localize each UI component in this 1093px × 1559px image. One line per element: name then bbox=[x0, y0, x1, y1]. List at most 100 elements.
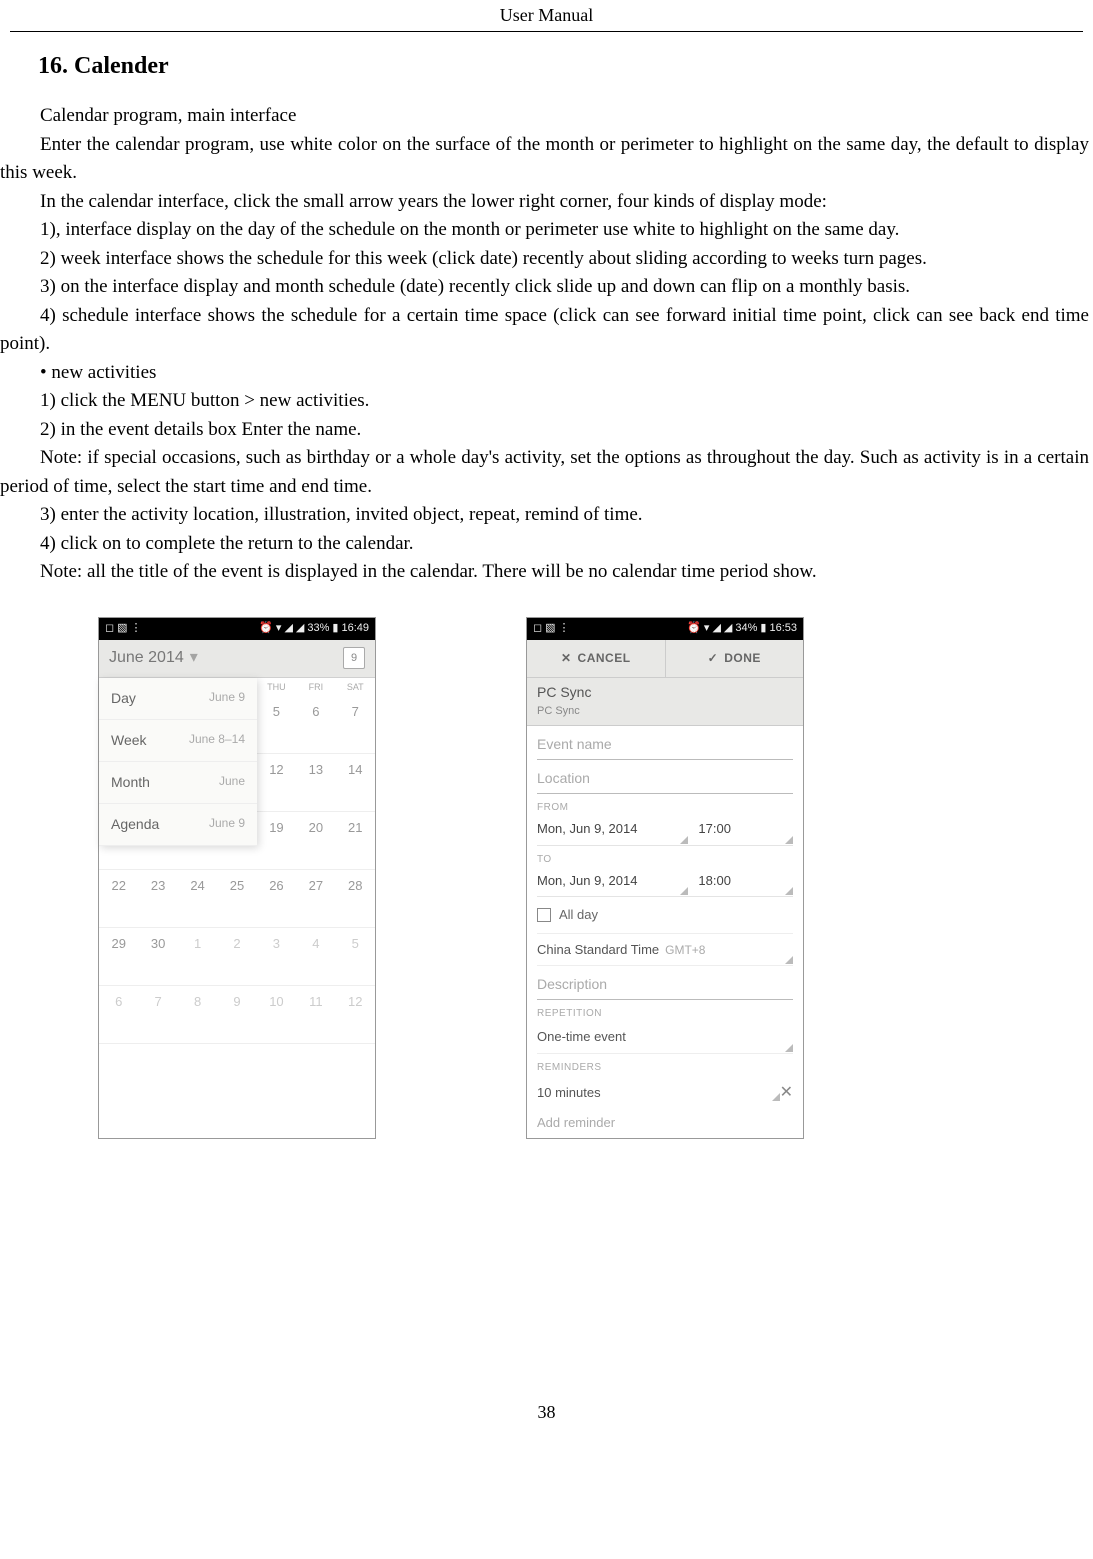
all-day-label: All day bbox=[559, 905, 598, 925]
view-mode-popup: Day June 9 Week June 8–14 Month June Age… bbox=[99, 678, 257, 846]
day-cell[interactable]: 21 bbox=[336, 812, 375, 870]
repetition-selector[interactable]: One-time event bbox=[537, 1021, 793, 1054]
dow-label: SAT bbox=[336, 678, 375, 696]
event-name-input[interactable]: Event name bbox=[537, 726, 793, 760]
view-mode-week[interactable]: Week June 8–14 bbox=[99, 720, 257, 762]
calendar-header[interactable]: June 2014 ▾ 9 bbox=[99, 640, 375, 678]
all-day-checkbox[interactable]: All day bbox=[537, 897, 793, 934]
notification-icon: ⋮ bbox=[131, 620, 142, 637]
timezone-selector[interactable]: China Standard Time GMT+8 bbox=[537, 934, 793, 967]
location-input[interactable]: Location bbox=[537, 760, 793, 794]
day-cell[interactable]: 22 bbox=[99, 870, 138, 928]
spinner-triangle-icon bbox=[680, 836, 688, 844]
day-cell[interactable]: 6 bbox=[296, 696, 335, 754]
body-paragraph: 1) click the MENU button > new activitie… bbox=[0, 387, 1093, 416]
day-cell[interactable]: 27 bbox=[296, 870, 335, 928]
page-header: User Manual bbox=[10, 0, 1083, 32]
from-time-picker[interactable]: 17:00 bbox=[698, 815, 793, 845]
month-title: June 2014 bbox=[109, 646, 184, 670]
day-cell[interactable]: 7 bbox=[138, 986, 177, 1044]
spinner-triangle-icon bbox=[785, 956, 793, 964]
statusbar: ◻ ▧ ⋮ ⏰ ▾ ◢ ◢ 34% ▮ 16:53 bbox=[527, 618, 803, 640]
day-cell[interactable]: 13 bbox=[296, 754, 335, 812]
day-cell[interactable]: 26 bbox=[257, 870, 296, 928]
day-cell[interactable]: 14 bbox=[336, 754, 375, 812]
day-cell[interactable]: 20 bbox=[296, 812, 335, 870]
day-cell[interactable]: 5 bbox=[336, 928, 375, 986]
screenshot-new-event: ◻ ▧ ⋮ ⏰ ▾ ◢ ◢ 34% ▮ 16:53 ✕ CANCEL bbox=[526, 617, 804, 1140]
day-cell[interactable]: 30 bbox=[138, 928, 177, 986]
day-cell[interactable]: 28 bbox=[336, 870, 375, 928]
description-placeholder: Description bbox=[537, 976, 607, 992]
to-time-picker[interactable]: 18:00 bbox=[698, 867, 793, 897]
notification-icon: ◻ bbox=[533, 620, 542, 637]
view-mode-detail: June 8–14 bbox=[189, 730, 245, 751]
signal-icon: ◢ bbox=[296, 620, 304, 637]
repetition-value: One-time event bbox=[537, 1027, 626, 1047]
timezone-name: China Standard Time bbox=[537, 940, 659, 960]
day-cell[interactable]: 8 bbox=[178, 986, 217, 1044]
remove-reminder-button[interactable]: ✕ bbox=[780, 1081, 793, 1105]
battery-text: 33% bbox=[307, 620, 329, 637]
dow-label: FRI bbox=[296, 678, 335, 696]
signal-icon: ◢ bbox=[712, 620, 720, 637]
statusbar: ◻ ▧ ⋮ ⏰ ▾ ◢ ◢ 33% ▮ 16:49 bbox=[99, 618, 375, 640]
day-cell[interactable]: 29 bbox=[99, 928, 138, 986]
event-topbar: ✕ CANCEL ✓ DONE bbox=[527, 640, 803, 678]
battery-icon: ▮ bbox=[332, 620, 338, 637]
add-reminder-button[interactable]: Add reminder bbox=[537, 1111, 793, 1139]
day-cell[interactable]: 25 bbox=[217, 870, 256, 928]
day-cell[interactable]: 7 bbox=[336, 696, 375, 754]
day-cell[interactable]: 5 bbox=[257, 696, 296, 754]
signal-icon: ◢ bbox=[284, 620, 292, 637]
view-mode-day[interactable]: Day June 9 bbox=[99, 678, 257, 720]
day-cell[interactable]: 10 bbox=[257, 986, 296, 1044]
spinner-triangle-icon bbox=[785, 1044, 793, 1052]
cancel-button[interactable]: ✕ CANCEL bbox=[527, 640, 666, 677]
clock-text: 16:49 bbox=[341, 620, 369, 637]
view-mode-label: Agenda bbox=[111, 814, 159, 835]
section-heading: 16. Calender bbox=[38, 48, 1093, 84]
wifi-icon: ▾ bbox=[704, 620, 710, 637]
check-icon: ✓ bbox=[708, 649, 719, 667]
day-cell[interactable]: 2 bbox=[217, 928, 256, 986]
to-label: TO bbox=[537, 846, 793, 867]
day-cell[interactable]: 3 bbox=[257, 928, 296, 986]
notification-icon: ▧ bbox=[545, 620, 555, 637]
day-cell[interactable]: 19 bbox=[257, 812, 296, 870]
body-paragraph: 3) on the interface display and month sc… bbox=[0, 273, 1093, 302]
day-cell[interactable]: 24 bbox=[178, 870, 217, 928]
day-cell[interactable]: 12 bbox=[336, 986, 375, 1044]
reminder-selector[interactable]: 10 minutes bbox=[537, 1083, 780, 1103]
view-mode-month[interactable]: Month June bbox=[99, 762, 257, 804]
body-paragraph: Note: all the title of the event is disp… bbox=[0, 558, 1093, 587]
done-label: DONE bbox=[724, 649, 761, 667]
day-cell[interactable]: 1 bbox=[178, 928, 217, 986]
day-cell[interactable]: 9 bbox=[217, 986, 256, 1044]
view-mode-label: Month bbox=[111, 772, 150, 793]
day-cell[interactable]: 6 bbox=[99, 986, 138, 1044]
spinner-triangle-icon bbox=[785, 887, 793, 895]
day-cell[interactable]: 11 bbox=[296, 986, 335, 1044]
reminder-value: 10 minutes bbox=[537, 1085, 601, 1100]
view-mode-agenda[interactable]: Agenda June 9 bbox=[99, 804, 257, 846]
day-cell[interactable]: 23 bbox=[138, 870, 177, 928]
signal-icon: ◢ bbox=[724, 620, 732, 637]
notification-icon: ⋮ bbox=[559, 620, 570, 637]
done-button[interactable]: ✓ DONE bbox=[666, 640, 804, 677]
close-icon: ✕ bbox=[561, 649, 572, 667]
screenshot-calendar-month: ◻ ▧ ⋮ ⏰ ▾ ◢ ◢ 33% ▮ 16:49 June 2014 ▾ 9 bbox=[98, 617, 376, 1140]
today-badge[interactable]: 9 bbox=[343, 647, 365, 669]
description-input[interactable]: Description bbox=[537, 966, 793, 1000]
day-cell[interactable]: 12 bbox=[257, 754, 296, 812]
dow-label: THU bbox=[257, 678, 296, 696]
page-number: 38 bbox=[0, 1399, 1093, 1436]
from-date-picker[interactable]: Mon, Jun 9, 2014 bbox=[537, 815, 688, 845]
calendar-account-selector[interactable]: PC Sync PC Sync bbox=[527, 678, 803, 727]
body-paragraph: In the calendar interface, click the sma… bbox=[0, 188, 1093, 217]
day-cell[interactable]: 4 bbox=[296, 928, 335, 986]
alarm-icon: ⏰ bbox=[259, 620, 273, 637]
body-paragraph: 3) enter the activity location, illustra… bbox=[0, 501, 1093, 530]
to-date-picker[interactable]: Mon, Jun 9, 2014 bbox=[537, 867, 688, 897]
cancel-label: CANCEL bbox=[578, 649, 631, 667]
